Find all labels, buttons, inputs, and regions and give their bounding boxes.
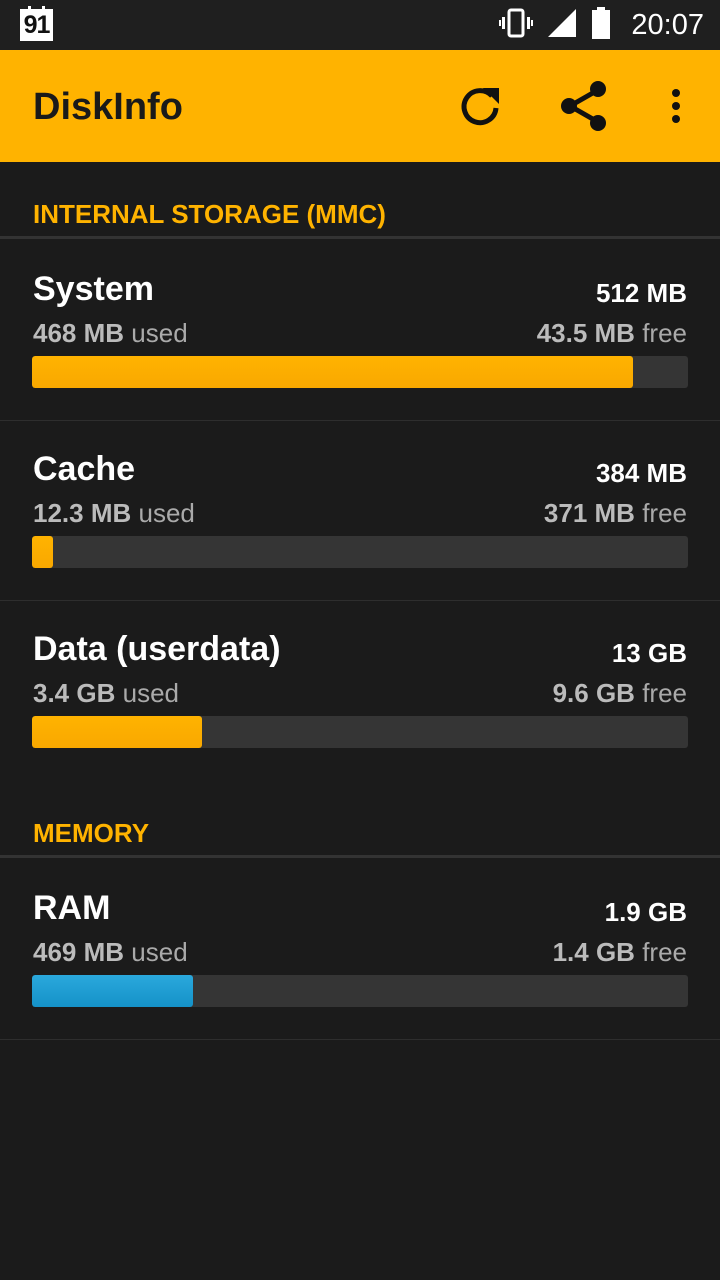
memory-row-ram[interactable]: RAM 1.9 GB 469 MB used 1.4 GB free [0, 859, 720, 1039]
free-value: 43.5 MB [536, 318, 635, 348]
storage-free: 43.5 MB free [537, 318, 687, 349]
storage-row-cache[interactable]: Cache 384 MB 12.3 MB used 371 MB free [0, 420, 720, 600]
storage-total: 384 MB [595, 458, 687, 488]
app-title: DiskInfo [33, 86, 183, 128]
vibrate-icon [499, 8, 534, 43]
usage-bar-fill [32, 356, 633, 388]
free-suffix: free [642, 318, 687, 348]
storage-used: 12.3 MB used [33, 498, 195, 529]
storage-row-data[interactable]: Data (userdata) 13 GB 3.4 GB used 9.6 GB… [0, 600, 720, 780]
used-suffix: used [131, 937, 188, 967]
free-suffix: free [642, 937, 687, 967]
used-value: 468 MB [33, 318, 125, 348]
clock: 20:07 [631, 8, 704, 41]
storage-free: 371 MB free [544, 498, 687, 529]
section-header-memory: MEMORY [33, 818, 150, 848]
used-suffix: used [131, 318, 188, 348]
used-value: 469 MB [33, 937, 125, 967]
storage-used: 3.4 GB used [33, 678, 179, 709]
usage-bar [32, 356, 688, 388]
usage-bar-fill [32, 716, 202, 748]
app-bar: DiskInfo [0, 50, 720, 162]
used-value: 3.4 GB [33, 678, 116, 708]
free-value: 371 MB [543, 498, 635, 528]
usage-bar [32, 536, 688, 568]
section-header-internal-storage: INTERNAL STORAGE (MMC) [33, 199, 386, 229]
status-bar: 91 20:07 [0, 0, 720, 50]
refresh-icon[interactable] [452, 78, 508, 134]
free-suffix: free [642, 678, 687, 708]
usage-bar-fill [32, 975, 193, 1007]
memory-total: 1.9 GB [604, 897, 687, 927]
signal-icon [547, 8, 577, 43]
section-divider [0, 236, 720, 239]
memory-free: 1.4 GB free [553, 937, 687, 968]
storage-row-system[interactable]: System 512 MB 468 MB used 43.5 MB free [0, 240, 720, 420]
free-suffix: free [642, 498, 687, 528]
memory-name: RAM [33, 889, 111, 927]
storage-free: 9.6 GB free [553, 678, 687, 709]
storage-used: 468 MB used [33, 318, 188, 349]
free-value: 9.6 GB [552, 678, 635, 708]
battery-icon [591, 6, 611, 44]
storage-total: 13 GB [611, 638, 687, 668]
used-value: 12.3 MB [33, 498, 132, 528]
section-divider [0, 855, 720, 858]
used-suffix: used [122, 678, 179, 708]
row-divider [0, 1039, 720, 1040]
storage-name: Cache [33, 450, 136, 488]
memory-used: 469 MB used [33, 937, 188, 968]
storage-name: Data (userdata) [33, 630, 281, 668]
usage-bar [32, 716, 688, 748]
usage-bar [32, 975, 688, 1007]
storage-total: 512 MB [595, 278, 687, 308]
usage-bar-fill [32, 536, 53, 568]
overflow-menu-icon[interactable] [648, 78, 704, 134]
share-icon[interactable] [556, 78, 612, 134]
storage-name: System [33, 270, 154, 308]
free-value: 1.4 GB [552, 937, 635, 967]
notification-badge: 91 [20, 6, 53, 41]
used-suffix: used [138, 498, 195, 528]
